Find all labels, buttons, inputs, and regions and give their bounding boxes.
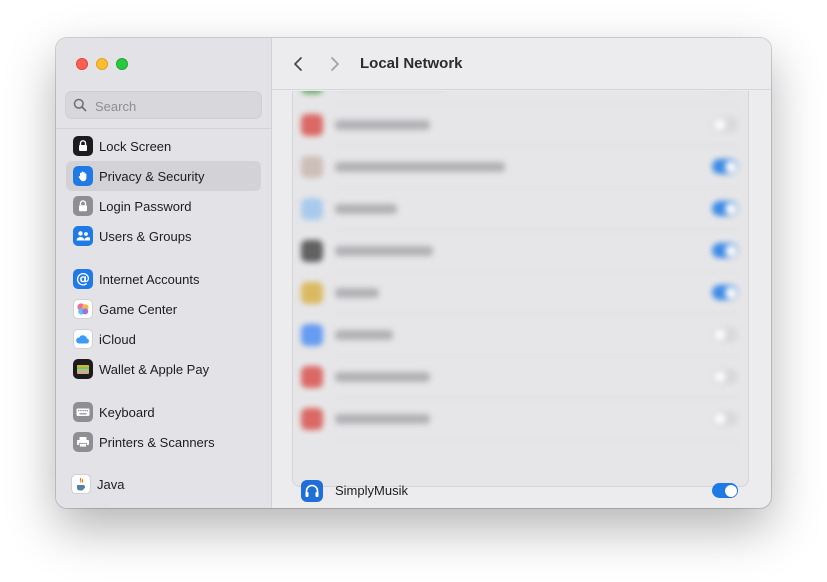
at-icon: @: [73, 269, 93, 289]
app-toggle[interactable]: [712, 159, 738, 174]
close-button[interactable]: [76, 58, 88, 70]
app-icon: [301, 240, 323, 262]
minimize-button[interactable]: [96, 58, 108, 70]
app-name-blurred: [335, 330, 393, 340]
sidebar-item-keyboard[interactable]: Keyboard: [66, 397, 261, 427]
page-title: Local Network: [360, 55, 463, 72]
hand-icon: [73, 166, 93, 186]
sidebar-item-privacy-security[interactable]: Privacy & Security: [66, 161, 261, 191]
sidebar-item-label: Login Password: [99, 198, 192, 214]
toggle-knob: [724, 484, 737, 497]
toggle-knob: [724, 202, 737, 215]
sidebar-item-label: Java: [97, 476, 125, 492]
window-controls: [76, 58, 128, 70]
simplymusik-toggle[interactable]: [712, 483, 738, 498]
sidebar-item-wallet[interactable]: Wallet & Apple Pay: [66, 354, 261, 384]
sidebar-item-label: Lock Screen: [99, 138, 172, 154]
list-item-blurred: [293, 91, 748, 104]
list-item-blurred: [293, 356, 748, 398]
sidebar-item-game-center[interactable]: Game Center: [66, 294, 261, 324]
list-item-blurred: [293, 146, 748, 188]
search-field[interactable]: [65, 91, 262, 119]
sidebar-item-label: Users & Groups: [99, 228, 192, 244]
app-list-pane: SimplyMusik: [272, 91, 771, 508]
app-icon: [301, 282, 323, 304]
app-icon: [301, 114, 323, 136]
back-button[interactable]: [289, 54, 307, 74]
search-input[interactable]: [93, 95, 257, 117]
app-toggle[interactable]: [712, 369, 738, 384]
lock-icon: [73, 196, 93, 216]
toggle-knob: [724, 286, 737, 299]
app-name-blurred: [335, 120, 430, 130]
app-icon: [301, 324, 323, 346]
java-icon: [71, 474, 91, 494]
app-name-blurred: [335, 204, 397, 214]
toggle-knob: [713, 328, 726, 341]
app-toggle[interactable]: [712, 285, 738, 300]
app-icon: [301, 156, 323, 178]
app-name-blurred: [335, 288, 379, 298]
toggle-knob: [713, 412, 726, 425]
users-icon: [73, 226, 93, 246]
sidebar-item-lock-screen[interactable]: Lock Screen: [66, 131, 261, 161]
list-item-blurred: [293, 230, 748, 272]
sidebar-item-label: Game Center: [99, 301, 178, 317]
app-icon: [301, 91, 323, 94]
toggle-knob: [724, 244, 737, 257]
app-toggle[interactable]: [712, 117, 738, 132]
toggle-knob: [724, 160, 737, 173]
app-icon: [301, 408, 323, 430]
sidebar-item-internet-accounts[interactable]: @ Internet Accounts: [66, 264, 261, 294]
sidebar-divider: [56, 128, 271, 129]
sidebar: Lock Screen Privacy & Security Login Pas…: [56, 38, 272, 508]
headphones-icon: [301, 480, 323, 502]
settings-window: Lock Screen Privacy & Security Login Pas…: [56, 38, 771, 508]
sidebar-item-printers-scanners[interactable]: Printers & Scanners: [66, 427, 261, 457]
zoom-button[interactable]: [116, 58, 128, 70]
wallet-icon: [73, 359, 93, 379]
forward-button[interactable]: [326, 54, 344, 74]
sidebar-item-java[interactable]: Java: [66, 469, 261, 499]
list-item-simplymusik: SimplyMusik: [293, 470, 748, 508]
cloud-icon: [73, 329, 93, 349]
toggle-knob: [713, 370, 726, 383]
app-icon: [301, 198, 323, 220]
toolbar: Local Network: [272, 38, 771, 90]
app-name: SimplyMusik: [335, 483, 408, 498]
sidebar-item-login-password[interactable]: Login Password: [66, 191, 261, 221]
app-toggle[interactable]: [712, 201, 738, 216]
sidebar-item-label: iCloud: [99, 331, 136, 347]
app-name-blurred: [335, 246, 433, 256]
sidebar-item-label: Privacy & Security: [99, 168, 205, 184]
list-item-blurred: [293, 398, 748, 440]
list-item-blurred: [293, 272, 748, 314]
app-toggle[interactable]: [712, 243, 738, 258]
app-name-blurred: [335, 372, 430, 382]
app-toggle[interactable]: [712, 411, 738, 426]
search-icon: [73, 98, 87, 112]
list-item-blurred: [293, 104, 748, 146]
sidebar-item-label: Printers & Scanners: [99, 434, 215, 450]
game-center-icon: [73, 299, 93, 319]
sidebar-item-label: Internet Accounts: [99, 271, 200, 287]
row-separator: [335, 439, 740, 440]
app-list: SimplyMusik: [292, 91, 749, 502]
chevron-right-icon: [331, 57, 339, 71]
list-item-blurred: [293, 314, 748, 356]
sidebar-item-label: Wallet & Apple Pay: [99, 361, 210, 377]
sidebar-item-label: Keyboard: [99, 404, 155, 420]
chevron-left-icon: [294, 57, 302, 71]
lock-screen-icon: [73, 136, 93, 156]
sidebar-item-icloud[interactable]: iCloud: [66, 324, 261, 354]
app-name-blurred: [335, 162, 505, 172]
list-item-blurred: [293, 188, 748, 230]
printer-icon: [73, 432, 93, 452]
app-toggle[interactable]: [712, 327, 738, 342]
app-name-blurred: [335, 414, 430, 424]
keyboard-icon: [73, 402, 93, 422]
sidebar-item-users-groups[interactable]: Users & Groups: [66, 221, 261, 251]
app-icon: [301, 366, 323, 388]
toggle-knob: [713, 118, 726, 131]
